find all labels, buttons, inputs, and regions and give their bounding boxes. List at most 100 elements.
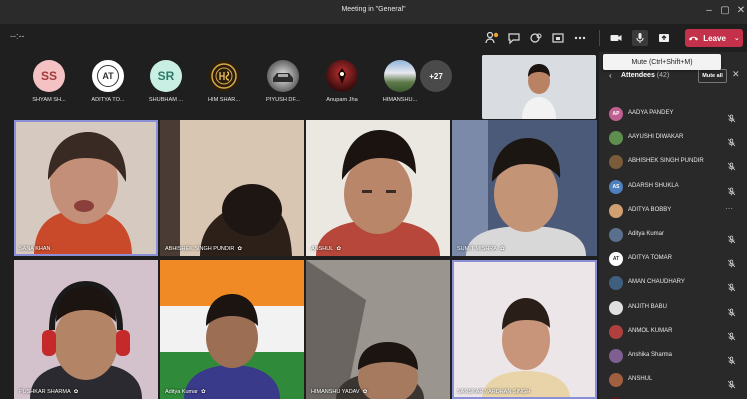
video-tile[interactable]: SANSKAR VARDHAN SINGH: [452, 260, 597, 399]
camera-icon: [610, 35, 622, 41]
attendee-row[interactable]: ANJITH BABU: [599, 296, 747, 320]
attendee-name: ANSHUL: [628, 376, 653, 383]
mic-muted-icon: [727, 158, 736, 171]
attendee-avatar: AP: [609, 107, 623, 121]
share-button[interactable]: [656, 30, 672, 46]
video-tile[interactable]: ANSHUL ✿: [306, 120, 450, 256]
avatar-label: ADITYA TO...: [91, 97, 125, 103]
camera-button[interactable]: [608, 30, 624, 46]
attendee-name: ABHISHEK SINGH PUNDIR: [628, 158, 704, 165]
video-tile[interactable]: PUSHKAR SHARMA ✿: [14, 260, 158, 399]
rooms-icon: [552, 33, 564, 43]
mute-tooltip: Mute (Ctrl+Shift+M): [603, 54, 721, 70]
attendee-row[interactable]: ADITYA BOBBY ···: [599, 199, 747, 223]
mic-muted-icon: [727, 279, 736, 292]
maximize-button[interactable]: ▢: [718, 4, 732, 18]
chevron-down-icon[interactable]: ⌄: [734, 34, 740, 42]
avatar-label: Anupam Jha: [326, 97, 358, 103]
reactions-icon: [530, 33, 542, 43]
avatar-label: SHUBHAM ...: [148, 97, 184, 103]
attendee-row[interactable]: ANMOL KUMAR: [599, 320, 747, 344]
attendee-avatar: AS: [609, 179, 623, 194]
attendee-avatar: [609, 227, 623, 242]
attendee-row[interactable]: AAYUSHI DIWAKAR: [599, 126, 747, 150]
mic-muted-icon: ✿: [336, 246, 341, 252]
avatar[interactable]: Anupam Jha: [320, 60, 364, 103]
attendee-row[interactable]: AS ADARSH SHUKLA: [599, 175, 747, 199]
attendee-row[interactable]: AT ADITYA TOMAR: [599, 247, 747, 271]
attendee-row[interactable]: Anshika Sharma: [599, 344, 747, 368]
attendee-row[interactable]: ANSHUL: [599, 368, 747, 392]
rooms-button[interactable]: [550, 30, 566, 46]
attendee-avatar: [609, 155, 623, 170]
attendees-title: Attendees (42): [621, 72, 670, 79]
chevron-left-icon[interactable]: ‹: [609, 71, 612, 80]
video-tile[interactable]: ABHISHEK SINGH PUNDIR ✿: [160, 120, 304, 256]
phone-hangup-icon: [689, 36, 699, 41]
microphone-button[interactable]: [632, 30, 648, 46]
overflow-count: +27: [420, 60, 452, 92]
avatar[interactable]: SS SHYAM SH...: [27, 60, 71, 103]
monogram-logo-icon: [211, 63, 237, 89]
more-options-icon[interactable]: ···: [725, 204, 733, 213]
attendee-avatar: [609, 131, 623, 146]
chat-button[interactable]: [506, 30, 522, 46]
video-tile[interactable]: Aditya Kumar ✿: [160, 260, 304, 399]
mic-muted-icon: ✿: [362, 389, 368, 395]
video-tile[interactable]: HIMANSHU YADAV ✿: [306, 260, 450, 399]
participant-video: [452, 120, 597, 256]
attendees-panel: ‹ Attendees (42) Mute all ✕ AP AADYA PAND…: [599, 52, 747, 399]
share-tray-icon: [659, 34, 669, 42]
participant-video: [306, 260, 450, 399]
mic-muted-icon: ✿: [201, 389, 206, 395]
mic-muted-icon: [727, 183, 736, 195]
attendee-name: AMAN CHAUDHARY: [628, 279, 685, 286]
meeting-timer: --:--: [10, 31, 25, 41]
attendee-avatar: AT: [609, 252, 623, 267]
mute-all-button[interactable]: Mute all: [698, 69, 727, 83]
attendee-row[interactable]: AP AADYA PANDEY: [599, 102, 747, 126]
participant-name: HIMANSHU YADAV ✿: [311, 389, 368, 395]
video-grid: SANA KHAN ABHISHEK SINGH PUNDIR ✿ ANSHUL ✿: [14, 120, 597, 399]
participant-video: [14, 120, 158, 256]
avatar[interactable]: AT ADITYA TO...: [86, 60, 130, 103]
attendee-avatar: [609, 373, 623, 388]
mic-muted-icon: [727, 231, 736, 244]
avatar[interactable]: PIYUSH DF...: [261, 60, 305, 103]
mic-muted-icon: [727, 376, 736, 389]
avatar-photo: [326, 60, 358, 92]
attendee-name: AADYA PANDEY: [628, 110, 674, 116]
attendee-avatar: [609, 203, 623, 218]
attendee-row[interactable]: ABHISHEK SINGH PUNDIR: [599, 150, 747, 174]
attendee-name: ANJITH BABU: [628, 303, 668, 310]
reactions-button[interactable]: [528, 30, 544, 46]
participant-video: [14, 260, 158, 399]
mic-muted-icon: [727, 304, 736, 316]
attendee-row[interactable]: AMAN CHAUDHARY: [599, 271, 747, 295]
self-video-preview[interactable]: [482, 55, 596, 119]
self-video-person: [482, 55, 596, 119]
mic-muted-icon: [727, 110, 736, 123]
attendee-name: ADITYA TOMAR: [628, 255, 673, 262]
leave-button[interactable]: Leave ⌄: [685, 29, 743, 47]
avatar[interactable]: HIM SHAR...: [202, 60, 246, 103]
more-actions-button[interactable]: [572, 30, 588, 46]
video-tile[interactable]: SANA KHAN: [14, 120, 158, 256]
car-icon: [273, 73, 293, 82]
attendee-row[interactable]: Aditya Kumar: [599, 223, 747, 247]
leave-label: Leave: [703, 33, 726, 43]
close-panel-icon[interactable]: ✕: [732, 69, 740, 80]
mic-muted-icon: [727, 328, 736, 340]
avatar-initials: SR: [150, 60, 182, 92]
video-tile[interactable]: SUMIT MISHRA ✿: [452, 120, 597, 256]
people-button[interactable]: [484, 30, 500, 46]
participant-avatar-strip: SS SHYAM SH... AT ADITYA TO... SR SHUBHA…: [14, 60, 484, 112]
participant-video: [452, 260, 597, 399]
avatar[interactable]: SR SHUBHAM ...: [144, 60, 188, 103]
overflow-avatar[interactable]: +27: [414, 60, 458, 92]
participant-name: ABHISHEK SINGH PUNDIR ✿: [165, 246, 242, 252]
minimize-button[interactable]: –: [702, 4, 716, 18]
mic-muted-icon: ✿: [237, 246, 242, 252]
attendee-row[interactable]: Anupam Jha: [599, 392, 747, 399]
close-button[interactable]: ✕: [734, 4, 747, 18]
